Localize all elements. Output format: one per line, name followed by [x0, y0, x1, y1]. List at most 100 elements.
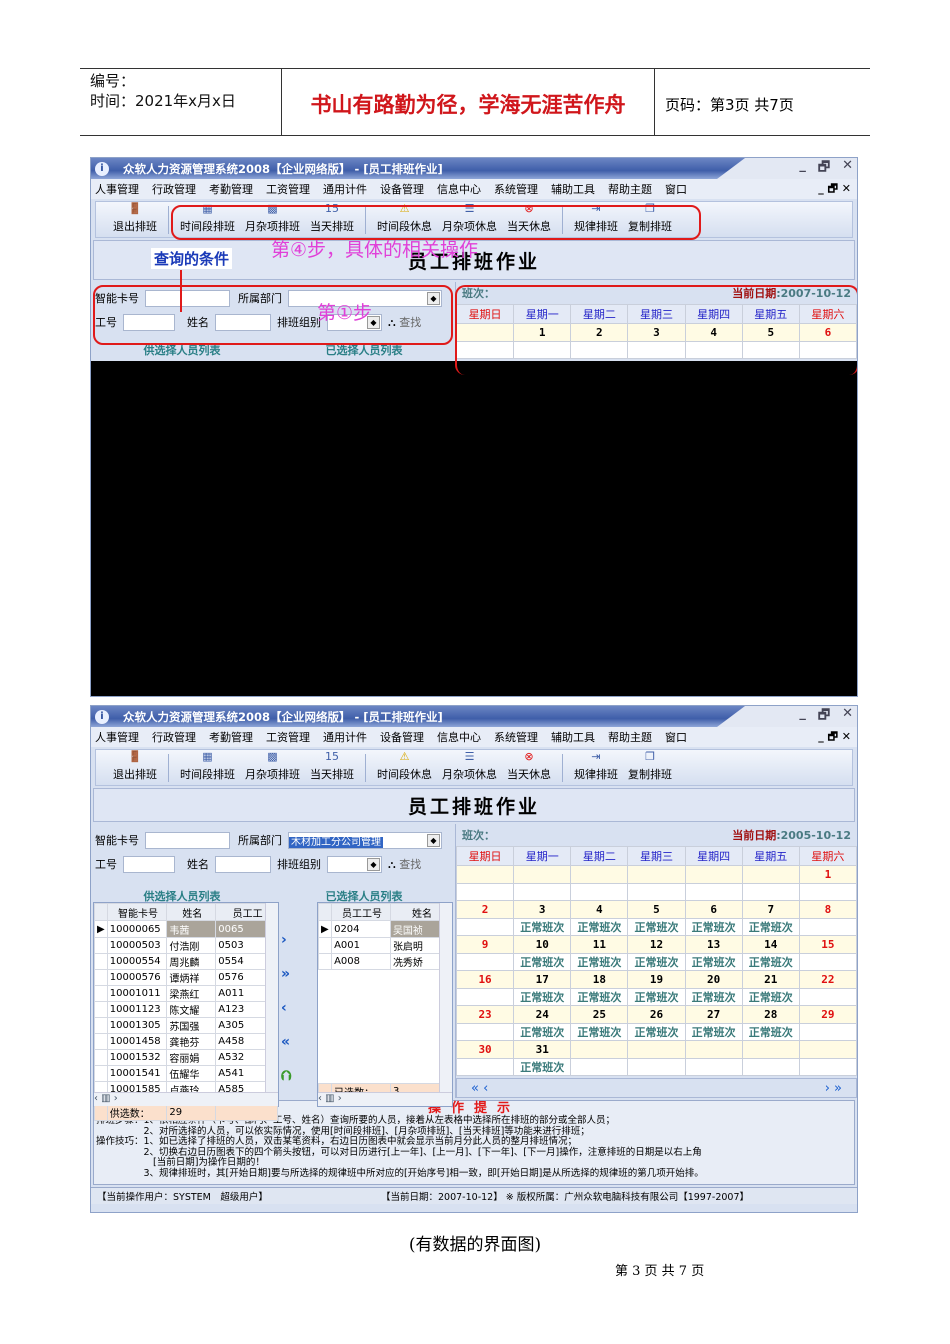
toolbar-button[interactable]: 🚪 退出排班 — [108, 202, 162, 234]
dropdown-arrow-icon[interactable]: ◆ — [367, 857, 380, 871]
calendar-shift-cell[interactable] — [570, 882, 629, 901]
table-cell[interactable]: 10001123 — [106, 1001, 168, 1018]
restore-button[interactable]: 🗗 — [818, 706, 830, 728]
next-year-button[interactable]: » — [834, 1081, 842, 1096]
find-button[interactable]: ⛬ 查找 — [388, 856, 421, 872]
calendar-day[interactable]: 28 — [741, 1005, 800, 1024]
calendar-day[interactable]: 23 — [455, 1005, 515, 1024]
table-cell[interactable]: 10001458 — [106, 1033, 168, 1050]
calendar-day[interactable]: 25 — [570, 1005, 629, 1024]
calendar-day[interactable]: 26 — [627, 1005, 686, 1024]
calendar-shift-cell[interactable] — [455, 952, 515, 971]
calendar-shift-cell[interactable]: 正常班次 — [513, 1022, 572, 1041]
calendar-day[interactable]: 14 — [741, 935, 800, 954]
calendar-shift-cell[interactable]: 正常班次 — [741, 987, 800, 1006]
table-row[interactable]: 10000576 谭炳祥 0576 — [94, 969, 278, 986]
toolbar-button[interactable]: ▩ 月杂项排班 — [240, 750, 305, 782]
calendar-shift-cell[interactable]: 正常班次 — [570, 1022, 629, 1041]
table-row[interactable]: 10000503 付浩刚 0503 — [94, 937, 278, 954]
menu-item[interactable]: 帮助主题 — [608, 729, 652, 745]
calendar-shift-cell[interactable] — [798, 1022, 857, 1041]
table-cell[interactable]: 10000554 — [106, 953, 168, 970]
calendar-day[interactable]: 30 — [455, 1040, 515, 1059]
table-row[interactable]: 10000554 周兆麟 0554 — [94, 953, 278, 970]
calendar-day[interactable] — [684, 865, 743, 884]
mdi-window-controls[interactable]: _ 🗗 ✕ — [818, 728, 851, 747]
calendar-shift-cell[interactable] — [570, 1057, 629, 1076]
calendar-shift-cell[interactable]: 正常班次 — [570, 987, 629, 1006]
calendar-shift-cell[interactable]: 正常班次 — [684, 917, 743, 936]
table-row[interactable]: ▶ 0204 吴国祯 — [317, 920, 453, 938]
calendar-shift-cell[interactable]: 正常班次 — [570, 952, 629, 971]
table-cell[interactable]: 10001011 — [106, 985, 168, 1002]
calendar-shift-cell[interactable]: 正常班次 — [627, 917, 686, 936]
menu-item[interactable]: 辅助工具 — [551, 729, 595, 745]
calendar-day[interactable]: 22 — [798, 970, 857, 989]
table-cell[interactable]: 容丽娟 — [166, 1049, 217, 1066]
calendar-day[interactable] — [741, 865, 800, 884]
calendar-day[interactable]: 24 — [513, 1005, 572, 1024]
table-cell[interactable]: 付浩刚 — [166, 937, 217, 954]
calendar-day[interactable] — [513, 865, 572, 884]
table-row[interactable]: 10001458 龚艳芬 A458 — [94, 1033, 278, 1050]
calendar-shift-cell[interactable] — [798, 917, 857, 936]
table-cell[interactable]: 陈文耀 — [166, 1001, 217, 1018]
calendar-shift-cell[interactable] — [684, 1057, 743, 1076]
calendar-day[interactable]: 2 — [455, 900, 515, 919]
calendar-shift-cell[interactable] — [798, 987, 857, 1006]
menu-item[interactable]: 工资管理 — [266, 729, 310, 745]
table-row[interactable]: A001 张启明 — [317, 937, 453, 954]
table-cell[interactable]: 10001532 — [106, 1049, 168, 1066]
calendar-shift-cell[interactable]: 正常班次 — [513, 952, 572, 971]
calendar-day[interactable]: 17 — [513, 970, 572, 989]
calendar-day[interactable] — [627, 1040, 686, 1059]
table-cell[interactable]: 龚艳芬 — [166, 1033, 217, 1050]
calendar-day[interactable]: 10 — [513, 935, 572, 954]
move-one-right-button[interactable]: › — [281, 932, 292, 948]
calendar-shift-cell[interactable]: 正常班次 — [741, 952, 800, 971]
menu-item[interactable]: 人事管理 — [95, 729, 139, 745]
calendar-shift-cell[interactable]: 正常班次 — [513, 1057, 572, 1076]
calendar-shift-cell[interactable]: 正常班次 — [684, 1022, 743, 1041]
toolbar-button[interactable]: ❐ 复制排班 — [623, 750, 677, 782]
table-cell[interactable]: 梁燕红 — [166, 985, 217, 1002]
vertical-scrollbar[interactable] — [265, 903, 278, 1092]
calendar-day[interactable]: 11 — [570, 935, 629, 954]
table-cell[interactable]: 10000065 — [106, 920, 168, 938]
menu-item[interactable]: 行政管理 — [152, 729, 196, 745]
calendar-day[interactable]: 1 — [798, 865, 857, 884]
dropdown-arrow-icon[interactable]: ◆ — [427, 833, 440, 847]
calendar-day[interactable]: 8 — [798, 900, 857, 919]
close-button[interactable]: ✕ — [842, 158, 853, 180]
menu-item[interactable]: 信息中心 — [437, 181, 481, 197]
calendar-shift-cell[interactable] — [741, 1057, 800, 1076]
empno-input[interactable] — [123, 855, 175, 873]
calendar-shift-cell[interactable] — [627, 1057, 686, 1076]
menu-item[interactable]: 帮助主题 — [608, 181, 652, 197]
calendar-shift-cell[interactable] — [455, 1057, 515, 1076]
calendar-day[interactable]: 6 — [684, 900, 743, 919]
table-cell[interactable]: A008 — [331, 953, 391, 970]
horizontal-scrollbar[interactable]: ‹ ▥ › — [318, 1092, 452, 1106]
menu-item[interactable]: 人事管理 — [95, 181, 139, 197]
card-input[interactable] — [145, 831, 230, 849]
calendar-day[interactable]: 18 — [570, 970, 629, 989]
calendar-shift-cell[interactable] — [684, 882, 743, 901]
move-all-left-button[interactable]: « — [281, 1034, 292, 1050]
next-month-button[interactable]: › — [825, 1081, 834, 1096]
calendar-day[interactable] — [684, 1040, 743, 1059]
menu-item[interactable]: 考勤管理 — [209, 181, 253, 197]
prev-year-button[interactable]: « — [471, 1081, 483, 1096]
menu-item[interactable]: 设备管理 — [380, 729, 424, 745]
menu-item[interactable]: 通用计件 — [323, 729, 367, 745]
calendar-day[interactable]: 5 — [627, 900, 686, 919]
column-header[interactable]: 智能卡号 — [106, 903, 168, 921]
calendar-shift-cell[interactable] — [455, 987, 515, 1006]
table-cell[interactable]: 10000576 — [106, 969, 168, 986]
calendar-shift-cell[interactable]: 正常班次 — [627, 1022, 686, 1041]
calendar-shift-cell[interactable]: 正常班次 — [627, 952, 686, 971]
toolbar-button[interactable]: ⇥ 规律排班 — [569, 750, 623, 782]
table-cell[interactable]: 0204 — [331, 920, 391, 938]
table-cell[interactable]: 伍耀华 — [166, 1065, 217, 1082]
menu-item[interactable]: 辅助工具 — [551, 181, 595, 197]
